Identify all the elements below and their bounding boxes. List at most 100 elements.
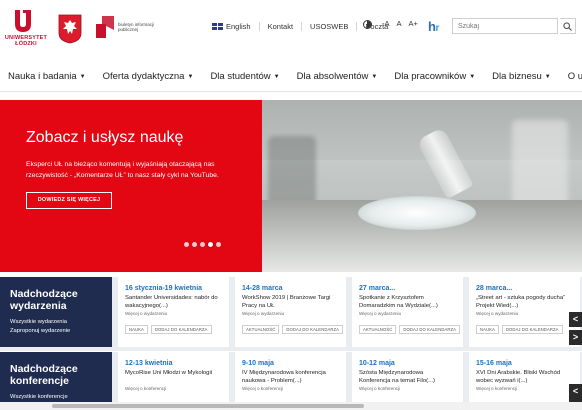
conference-title[interactable]: XVI Dni Arabskie. Bliski Wschód wobec wy…: [476, 370, 573, 385]
event-date: 28 marca...: [476, 285, 513, 292]
conference-more-link[interactable]: Więcej o konferencji: [476, 386, 573, 391]
photo-petri-dish: [358, 196, 476, 230]
event-category-tag[interactable]: AKTUALNOŚĆ: [242, 325, 280, 334]
hero-lab-photo: [262, 100, 582, 272]
contact-link[interactable]: Kontakt: [260, 21, 303, 31]
conferences-title: Nadchodzące konferencje: [10, 363, 78, 387]
events-title: Nadchodzące wydarzenia: [10, 288, 78, 312]
event-title[interactable]: Santander Universidades: nabór do wakacy…: [125, 295, 222, 310]
conferences-prev-button[interactable]: <: [569, 384, 582, 399]
chevron-down-icon: ▼: [371, 74, 378, 80]
hero-slider: Zobacz i usłysz naukę Eksperci UŁ na bie…: [0, 100, 582, 272]
chevron-down-icon: ▼: [469, 74, 476, 80]
add-to-calendar-button[interactable]: DODAJ DO KALENDARZA: [282, 325, 344, 334]
chevron-down-icon: ▼: [273, 74, 280, 80]
search-button[interactable]: [560, 18, 576, 34]
nav-employees-label: Dla pracowników: [394, 71, 467, 82]
event-card[interactable]: 27 marca... Spotkanie z Krzysztofem Doma…: [352, 277, 463, 347]
add-to-calendar-button[interactable]: DODAJ DO KALENDARZA: [150, 325, 212, 334]
event-tags: AKTUALNOŚĆ DODAJ DO KALENDARZA: [242, 325, 344, 334]
nav-employees[interactable]: Dla pracowników ▼: [394, 71, 475, 82]
university-logo-mark: [15, 10, 31, 32]
nav-study-offer-label: Oferta dydaktyczna: [102, 71, 185, 82]
university-logo[interactable]: UNIWERSYTET ŁÓDZKI: [4, 8, 48, 52]
chevron-down-icon: ▼: [187, 74, 194, 80]
chevron-down-icon: ▼: [544, 74, 551, 80]
conference-date: 10-12 maja: [359, 360, 395, 367]
contrast-toggle-icon[interactable]: [363, 20, 372, 29]
font-normal-button[interactable]: A: [397, 19, 402, 28]
event-card[interactable]: 14-28 marca WorkShow 2019 | Branżowe Tar…: [235, 277, 346, 347]
font-increase-button[interactable]: A+: [409, 19, 418, 28]
events-prev-button[interactable]: <: [569, 312, 582, 327]
usosweb-link[interactable]: USOSWEB: [302, 21, 358, 31]
nav-research-label: Nauka i badania: [8, 71, 77, 82]
event-more-link[interactable]: Więcej o wydarzeniu: [242, 311, 339, 316]
event-date: 27 marca...: [359, 285, 396, 292]
event-card[interactable]: 28 marca... „Street art - sztuka pogody …: [469, 277, 580, 347]
university-name: UNIWERSYTET ŁÓDZKI: [4, 35, 48, 47]
nav-graduates-label: Dla absolwentów: [296, 71, 369, 82]
event-category-tag[interactable]: NAUKA: [476, 325, 499, 334]
event-category-tag[interactable]: AKTUALNOŚĆ: [359, 325, 397, 334]
conference-more-link[interactable]: Więcej o konferencji: [359, 386, 456, 391]
uk-flag-icon: [212, 22, 223, 30]
event-more-link[interactable]: Więcej o wydarzeniu: [476, 311, 573, 316]
event-title[interactable]: WorkShow 2019 | Branżowe Targi Pracy na …: [242, 295, 339, 310]
main-nav: Nauka i badania ▼ Oferta dydaktyczna ▼ Dla…: [0, 62, 582, 92]
language-english-link[interactable]: English: [204, 21, 260, 31]
bip-label: biuletyn informacji publicznej: [118, 22, 155, 32]
all-conferences-link[interactable]: Wszystkie konferencje: [10, 393, 102, 402]
add-to-calendar-button[interactable]: DODAJ DO KALENDARZA: [399, 325, 461, 334]
language-english-label: English: [226, 21, 251, 31]
slider-dots: [184, 242, 221, 247]
event-tags: AKTUALNOŚĆ DODAJ DO KALENDARZA: [359, 325, 461, 334]
propose-event-link[interactable]: Zaproponuj wydarzenie: [10, 327, 102, 336]
events-next-button[interactable]: >: [569, 330, 582, 345]
learn-more-button[interactable]: DOWIEDZ SIĘ WIĘCEJ: [26, 192, 112, 209]
font-decrease-button[interactable]: -A: [382, 19, 390, 28]
events-cards: 16 stycznia-19 kwietnia Santander Univer…: [118, 277, 582, 347]
search-icon: [563, 22, 572, 31]
conference-title[interactable]: Szósta Międzynarodowa Konferencja na tem…: [359, 370, 456, 385]
horizontal-scrollbar[interactable]: [0, 402, 582, 410]
photo-glass: [512, 120, 568, 210]
slider-dot[interactable]: [184, 242, 189, 247]
nav-students-label: Dla studentów: [210, 71, 271, 82]
conference-more-link[interactable]: Więcej o konferencji: [125, 386, 222, 391]
nav-about-label: O uczelni: [567, 71, 582, 82]
conference-date: 15-16 maja: [476, 360, 512, 367]
event-more-link[interactable]: Więcej o wydarzeniu: [359, 311, 456, 316]
nav-business[interactable]: Dla biznesu ▼: [492, 71, 551, 82]
event-card[interactable]: 16 stycznia-19 kwietnia Santander Univer…: [118, 277, 229, 347]
event-title[interactable]: „Street art - sztuka pogody ducha” Proje…: [476, 295, 573, 310]
hr-excellence-logo-icon[interactable]: h r: [428, 17, 442, 34]
nav-graduates[interactable]: Dla absolwentów ▼: [297, 71, 378, 82]
add-to-calendar-button[interactable]: DODAJ DO KALENDARZA: [501, 325, 563, 334]
event-date: 14-28 marca: [242, 285, 283, 292]
event-category-tag[interactable]: NAUKA: [125, 325, 148, 334]
event-more-link[interactable]: Więcej o wydarzeniu: [125, 311, 222, 316]
conference-more-link[interactable]: Więcej o konferencji: [242, 386, 339, 391]
conference-title[interactable]: MycoRise Uni Młodzi w Mykologii: [125, 370, 222, 385]
all-events-link[interactable]: Wszystkie wydarzenia: [10, 318, 102, 327]
conference-title[interactable]: IV Międzynarodowa konferencja naukowa - …: [242, 370, 339, 385]
event-title[interactable]: Spotkanie z Krzysztofem Domaradzkim na W…: [359, 295, 456, 310]
nav-about[interactable]: O uczelni▼: [568, 71, 582, 82]
polish-eagle-emblem[interactable]: [58, 14, 82, 44]
svg-text:r: r: [436, 23, 440, 34]
slider-dot[interactable]: [216, 242, 221, 247]
slider-dot[interactable]: [200, 242, 205, 247]
slider-dot[interactable]: [192, 242, 197, 247]
nav-students[interactable]: Dla studentów ▼: [210, 71, 279, 82]
scrollbar-thumb[interactable]: [52, 404, 364, 408]
page: UNIWERSYTET ŁÓDZKI biuletyn informacji p…: [0, 0, 582, 410]
event-tags: NAUKA DODAJ DO KALENDARZA: [125, 325, 212, 334]
search-input[interactable]: [452, 18, 558, 34]
bip-link[interactable]: biuletyn informacji publicznej: [96, 16, 154, 42]
nav-study-offer[interactable]: Oferta dydaktyczna ▼: [103, 71, 194, 82]
slider-dot-active[interactable]: [208, 242, 213, 247]
nav-business-label: Dla biznesu: [492, 71, 542, 82]
nav-research[interactable]: Nauka i badania ▼: [8, 71, 86, 82]
font-size-controls: -A A A+: [382, 19, 418, 28]
